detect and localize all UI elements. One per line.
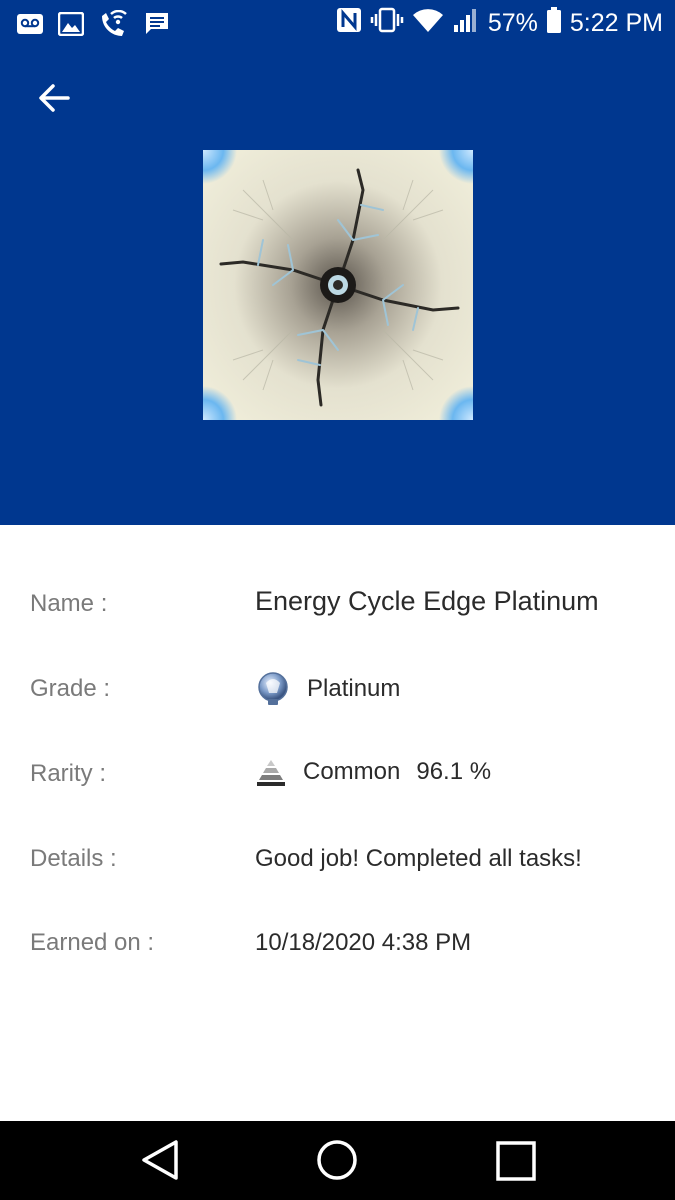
nav-home-icon[interactable] [316,1139,358,1181]
navigation-bar [0,1121,675,1200]
nfc-icon [336,7,362,40]
battery-icon [546,6,562,41]
detail-row-details: Details : Good job! Completed all tasks! [30,845,650,885]
arrow-left-icon [39,84,70,112]
grade-value-container: Platinum [255,671,400,707]
status-right: 57% 5:22 PM [336,6,663,41]
back-button[interactable] [34,78,74,118]
platinum-trophy-icon [255,671,291,707]
wifi-icon [412,8,444,39]
earned-label: Earned on : [30,929,155,956]
name-value: Energy Cycle Edge Platinum [255,586,599,616]
detail-row-grade: Grade : Platinum [30,672,650,715]
pyramid-icon [255,756,287,788]
trophy-header: 57% 5:22 PM [0,0,675,525]
trophy-image [169,116,507,454]
name-label: Name : [30,590,108,617]
voicemail-icon [16,13,44,40]
earned-value: 10/18/2020 4:38 PM [255,929,472,956]
status-bar: 57% 5:22 PM [0,0,675,48]
nav-recents-icon[interactable] [495,1140,537,1182]
wifi-calling-icon [98,9,130,43]
rarity-value: Common [303,758,401,785]
details-label: Details : [30,845,117,872]
detail-row-name: Name : Energy Cycle Edge Platinum [30,586,650,630]
nav-back-icon[interactable] [140,1139,180,1181]
detail-row-rarity: Rarity : Common 96.1 % [30,758,650,800]
rarity-percent: 96.1 % [416,758,492,785]
image-icon [57,11,85,41]
battery-percent: 57% [487,9,538,37]
grade-label: Grade : [30,675,111,702]
message-icon [144,11,170,42]
status-time: 5:22 PM [569,9,663,37]
details-value: Good job! Completed all tasks! [255,845,582,872]
signal-icon [452,7,480,40]
vibrate-icon [370,7,404,40]
rarity-value-container: Common 96.1 % [255,756,491,788]
rarity-label: Rarity : [30,760,107,787]
status-left-icons [16,9,170,43]
grade-value: Platinum [307,675,401,702]
detail-row-earned: Earned on : 10/18/2020 4:38 PM [30,929,650,969]
